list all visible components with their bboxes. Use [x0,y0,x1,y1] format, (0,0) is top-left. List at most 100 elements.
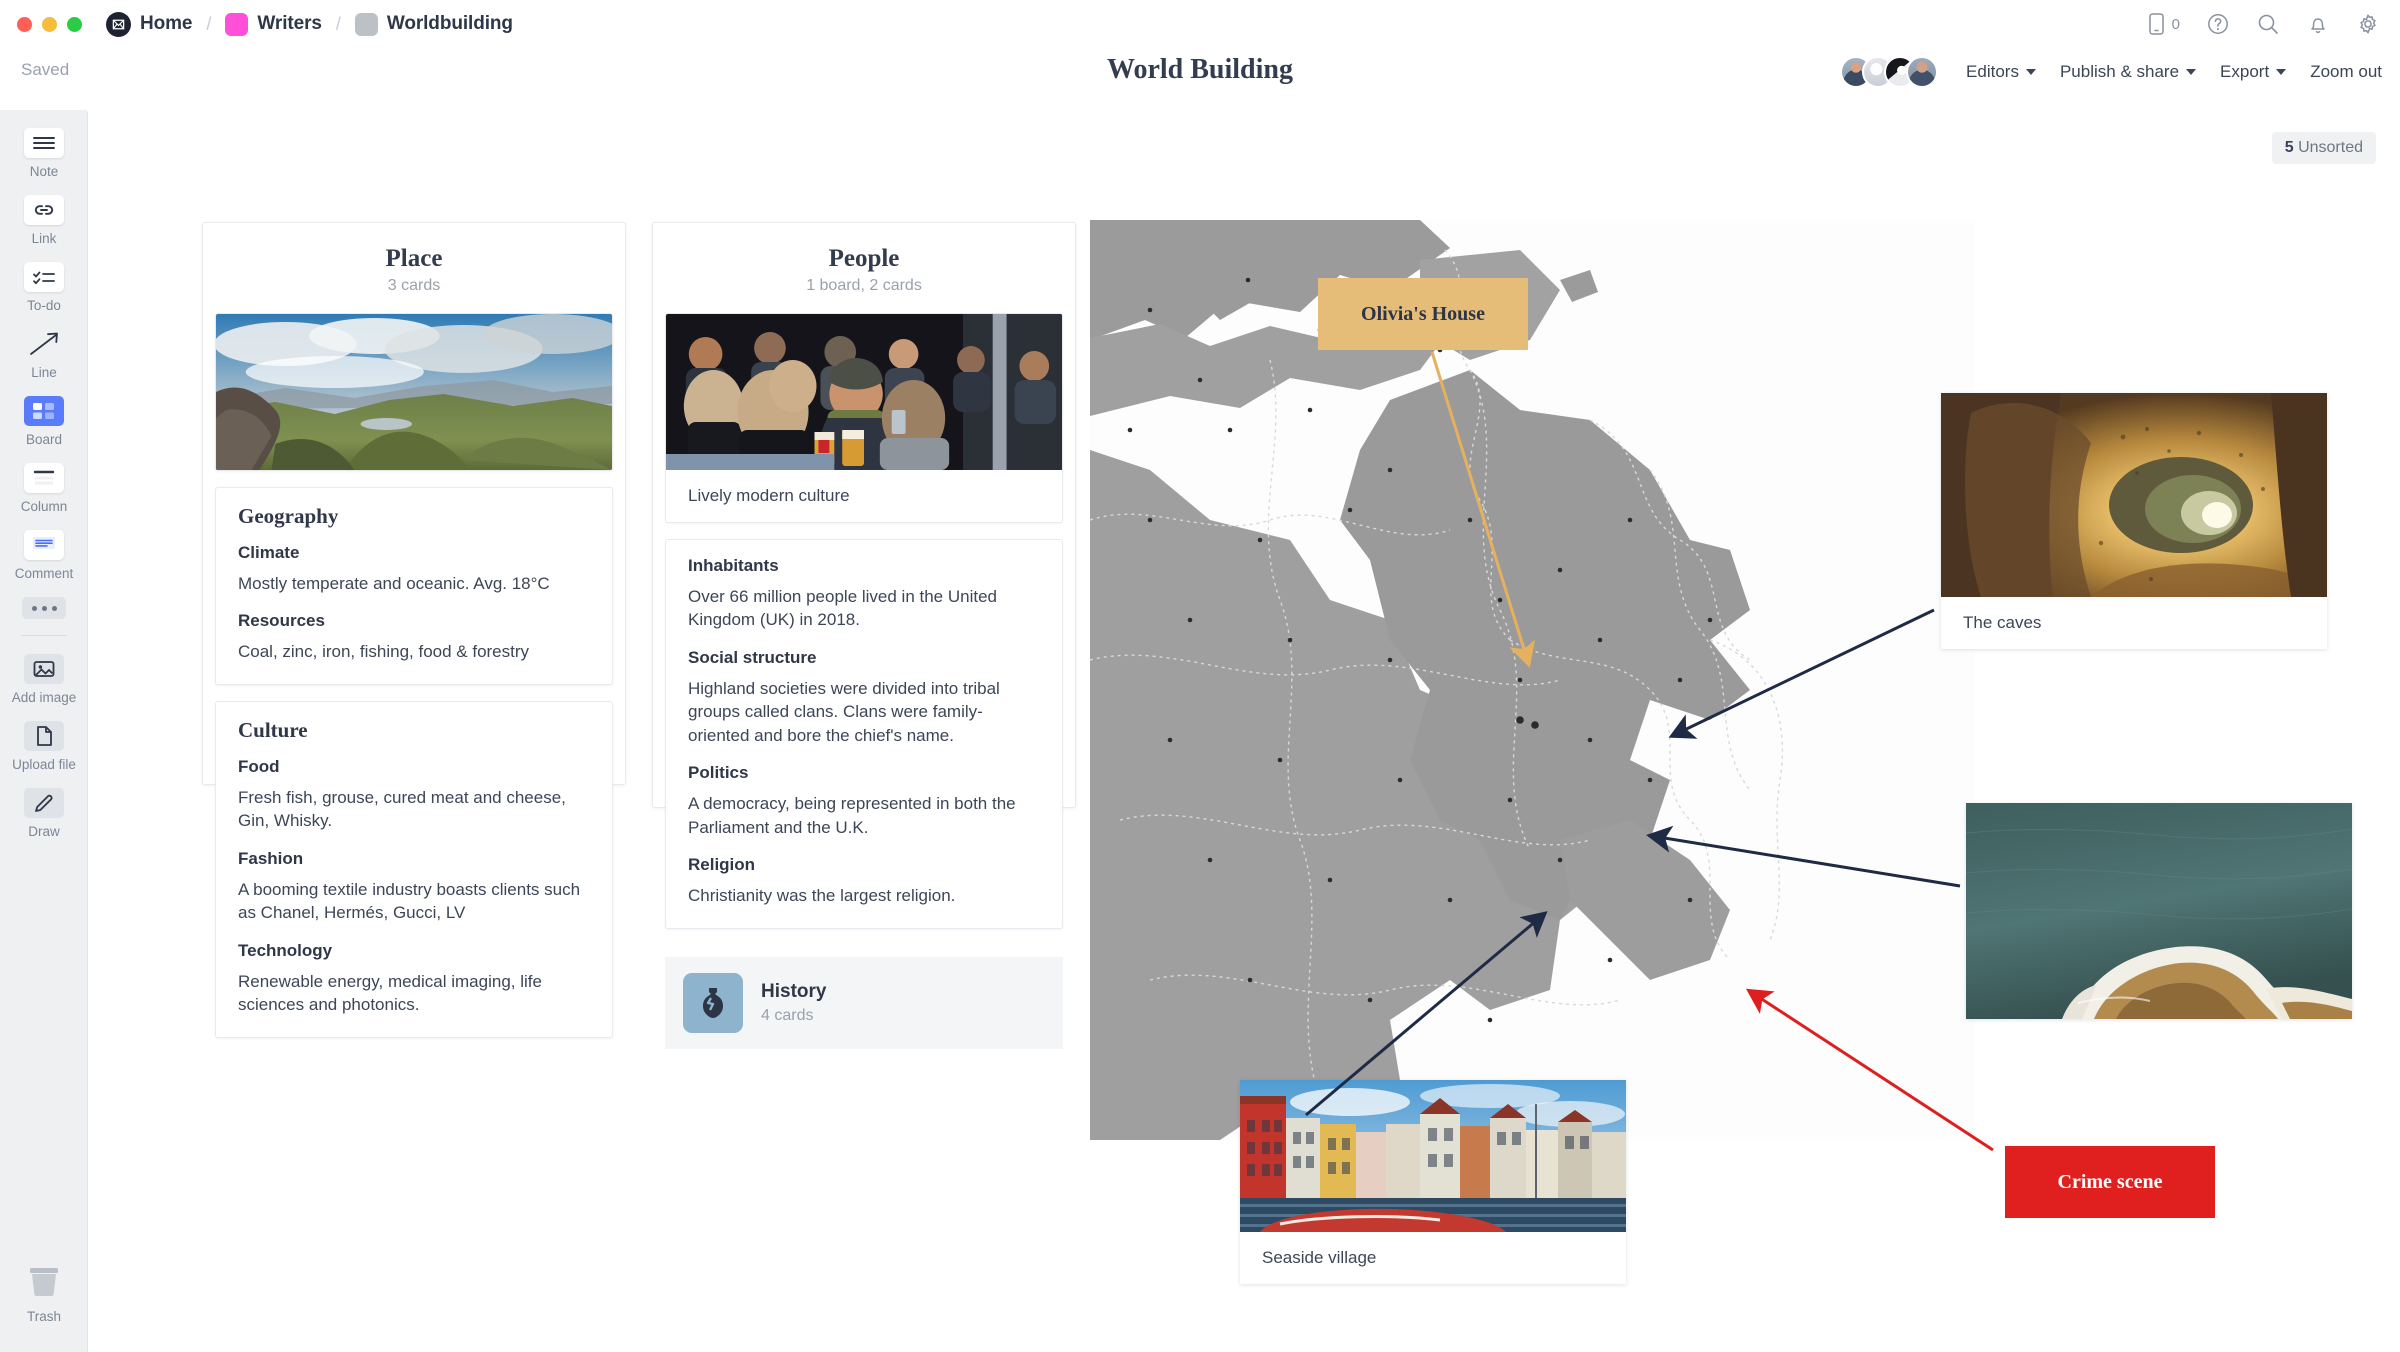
document-toolbar: Saved World Building Editors Publish & s… [0,48,2400,93]
column-people[interactable]: People 1 board, 2 cards [652,222,1076,808]
unsorted-badge[interactable]: 5 Unsorted [2272,132,2376,164]
sticky-note-olivias-house-label: Olivia's House [1361,303,1485,326]
titlebar-actions: 0 [2148,0,2380,48]
breadcrumb-label-worldbuilding: Worldbuilding [387,13,513,35]
map-graphic [1090,220,1975,1140]
crowd-beer-garden-photo [666,314,1062,470]
card-geography-body: Geography Climate Mostly temperate and o… [216,488,612,684]
sidebar-label-draw: Draw [28,824,60,839]
note-icon [24,128,64,158]
breadcrumb-item-home[interactable]: Home [102,12,196,37]
sidebar-item-upload-file[interactable]: Upload file [0,721,88,772]
sidebar-label-board: Board [26,432,62,447]
breadcrumb: Home / Writers / Worldbuilding [102,12,517,37]
board-reference-history[interactable]: History 4 cards [665,957,1063,1049]
field-value-religion: Christianity was the largest religion. [688,884,1040,907]
pencil-icon [24,788,64,818]
grey-swatch-icon [355,13,378,36]
link-icon [24,195,64,225]
sidebar-item-add-image[interactable]: Add image [0,654,88,705]
field-value-politics: A democracy, being represented in both t… [688,792,1040,839]
sticky-note-crime-scene[interactable]: Crime scene [2005,1146,2215,1218]
board-canvas[interactable]: 5 Unsorted Place 3 cards [88,110,2400,1352]
pink-swatch-icon [225,13,248,36]
tools-sidebar: Note Link To-do Line Board [0,110,88,1352]
chevron-down-icon [2276,69,2286,75]
breadcrumb-separator: / [206,14,211,35]
sidebar-item-trash[interactable]: Trash [0,1266,88,1324]
editors-menu-button[interactable]: Editors [1966,62,2036,82]
photo-caption-seaside-village: Seaside village [1240,1232,1626,1284]
field-label-technology: Technology [238,941,590,961]
sticky-note-olivias-house[interactable]: Olivia's House [1318,278,1528,350]
publish-share-label: Publish & share [2060,62,2179,82]
file-icon [24,721,64,751]
sidebar-item-line[interactable]: Line [0,329,88,380]
breadcrumb-separator: / [336,14,341,35]
search-icon[interactable] [2256,12,2280,36]
avatar[interactable] [1906,56,1938,88]
breadcrumb-item-worldbuilding[interactable]: Worldbuilding [351,13,517,36]
photo-card-the-caves[interactable]: The caves [1941,393,2327,649]
card-highland-landscape[interactable] [215,313,613,471]
regional-map-image[interactable] [1090,220,1975,1140]
card-lively-modern-culture[interactable]: Lively modern culture [665,313,1063,523]
more-dots-icon [22,597,66,619]
board-reference-subtitle: 4 cards [761,1007,826,1025]
card-culture[interactable]: Culture Food Fresh fish, grouse, cured m… [215,701,613,1038]
column-place[interactable]: Place 3 cards [202,222,626,785]
photo-card-seaside-village[interactable]: Seaside village [1240,1080,1626,1284]
sidebar-item-comment[interactable]: Comment [0,530,88,581]
sidebar-label-line: Line [31,365,57,380]
sidebar-item-column[interactable]: Column [0,463,88,514]
card-people-facts[interactable]: Inhabitants Over 66 million people lived… [665,539,1063,929]
board-reference-name: History [761,981,826,1002]
sidebar-divider [21,635,67,636]
sidebar-label-add-image: Add image [12,690,77,705]
app-window: Home / Writers / Worldbuilding 0 [0,0,2400,1352]
sidebar-item-note[interactable]: Note [0,128,88,179]
export-menu-button[interactable]: Export [2220,62,2286,82]
field-label-fashion: Fashion [238,849,590,869]
field-label-inhabitants: Inhabitants [688,556,1040,576]
column-subtitle-place: 3 cards [203,277,625,295]
zoom-out-button[interactable]: Zoom out [2310,62,2382,82]
close-window-button[interactable] [17,17,32,32]
photo-card-cliffs[interactable] [1966,803,2352,1019]
window-titlebar: Home / Writers / Worldbuilding 0 [0,0,2400,48]
breadcrumb-label-writers: Writers [257,13,321,35]
sidebar-item-board[interactable]: Board [0,396,88,447]
sidebar-item-more[interactable] [0,597,88,619]
chevron-down-icon [2026,69,2036,75]
column-title-people: People [653,245,1075,273]
photo-caption-the-caves: The caves [1941,597,2327,649]
maximize-window-button[interactable] [67,17,82,32]
sidebar-item-link[interactable]: Link [0,195,88,246]
card-geography[interactable]: Geography Climate Mostly temperate and o… [215,487,613,685]
publish-share-menu-button[interactable]: Publish & share [2060,62,2196,82]
mobile-icon[interactable]: 0 [2148,12,2180,36]
editor-avatars[interactable] [1840,56,1938,88]
column-icon [24,463,64,493]
column-body-people: Lively modern culture Inhabitants Over 6… [653,295,1075,957]
field-value-climate: Mostly temperate and oceanic. Avg. 18°C [238,572,590,595]
sticky-note-crime-scene-label: Crime scene [2058,1171,2163,1194]
card-heading-culture: Culture [238,718,590,743]
minimize-window-button[interactable] [42,17,57,32]
field-label-social-structure: Social structure [688,648,1040,668]
board-icon [24,396,64,426]
help-icon[interactable] [2206,12,2230,36]
settings-gear-icon[interactable] [2356,12,2380,36]
field-value-fashion: A booming textile industry boasts client… [238,878,590,925]
zoom-out-label: Zoom out [2310,62,2382,82]
notifications-bell-icon[interactable] [2306,12,2330,36]
mobile-count: 0 [2172,16,2180,33]
column-header-place: Place 3 cards [203,223,625,295]
sidebar-label-trash: Trash [27,1309,61,1324]
sidebar-item-draw[interactable]: Draw [0,788,88,839]
unsorted-count: 5 [2285,139,2294,156]
column-subtitle-people: 1 board, 2 cards [653,277,1075,295]
breadcrumb-item-writers[interactable]: Writers [221,13,325,36]
export-label: Export [2220,62,2269,82]
sidebar-item-todo[interactable]: To-do [0,262,88,313]
